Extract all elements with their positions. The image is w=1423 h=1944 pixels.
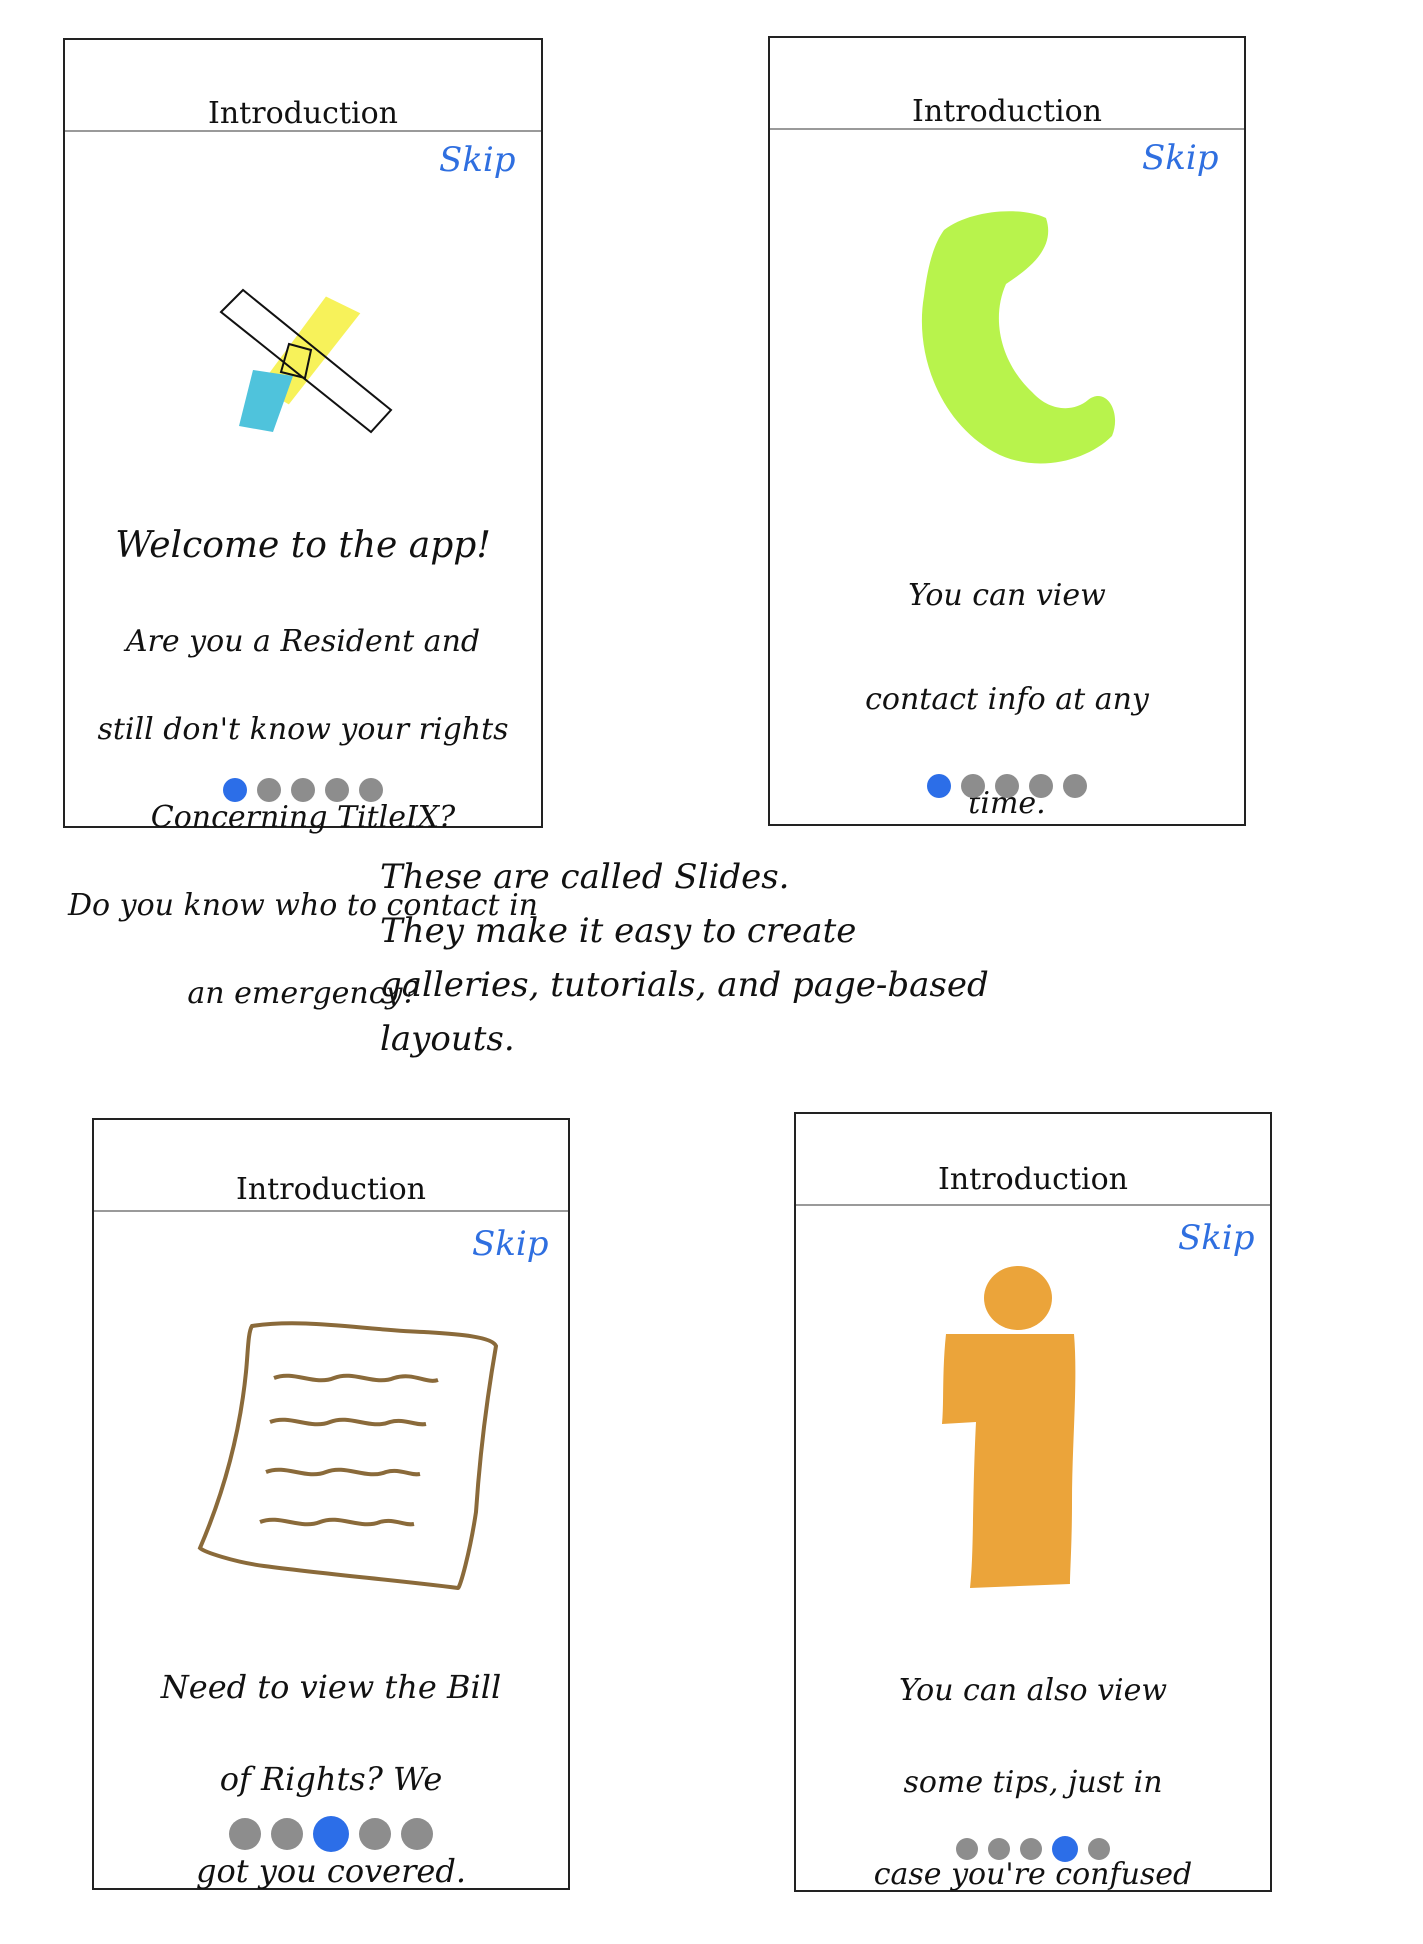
bill-of-rights-text: Need to view the Bill of Rights? We got …	[94, 1618, 568, 1940]
page-dot[interactable]	[359, 1818, 391, 1850]
slides-caption: These are called Slides. They make it ea…	[380, 857, 989, 1059]
page-dot[interactable]	[1088, 1838, 1110, 1860]
phone-icon	[910, 204, 1130, 504]
page-dot[interactable]	[401, 1818, 433, 1850]
slide-title: Introduction	[236, 1172, 426, 1207]
body-line: Are you a Resident and	[125, 624, 481, 659]
page-dot[interactable]	[1063, 774, 1087, 798]
body-line: You can view	[908, 578, 1106, 613]
header-divider	[94, 1210, 568, 1212]
document-icon	[194, 1312, 504, 1592]
slide-title: Introduction	[938, 1162, 1128, 1197]
page-dot[interactable]	[988, 1838, 1010, 1860]
page-dot[interactable]	[1029, 774, 1053, 798]
body-line: got you covered.	[196, 1852, 466, 1890]
slide-welcome: Introduction Skip Welcome to the app! Ar…	[63, 38, 543, 1011]
page-indicator	[65, 778, 541, 802]
header-divider	[796, 1204, 1270, 1206]
body-line: Concerning TitleIX?	[150, 800, 456, 835]
body-line: of Rights? We	[219, 1760, 443, 1798]
tips-text: You can also view some tips, just in cas…	[796, 1622, 1270, 1944]
page-dot[interactable]	[961, 774, 985, 798]
page-dot[interactable]	[1020, 1838, 1042, 1860]
page-indicator	[796, 1836, 1270, 1862]
page-indicator	[770, 774, 1244, 798]
page-dot[interactable]	[271, 1818, 303, 1850]
body-line: Need to view the Bill	[160, 1668, 502, 1706]
page-dot[interactable]	[229, 1818, 261, 1850]
slide-title: Introduction	[208, 96, 398, 131]
page-dot[interactable]	[313, 1816, 349, 1852]
page-dot[interactable]	[359, 778, 383, 802]
body-line: still don't know your rights	[97, 712, 509, 747]
skip-button[interactable]: Skip	[1178, 1218, 1255, 1258]
welcome-heading: Welcome to the app!	[115, 525, 491, 566]
contact-text: You can view contact info at any time.	[770, 518, 1244, 882]
title-ix-logo-icon	[215, 260, 415, 470]
page-indicator	[94, 1816, 568, 1852]
page-dot[interactable]	[995, 774, 1019, 798]
slide-bill-of-rights: Introduction Skip Need to view the Bill …	[92, 1118, 570, 1890]
page-dot[interactable]	[1052, 1836, 1078, 1862]
skip-button[interactable]: Skip	[472, 1224, 549, 1264]
skip-button[interactable]: Skip	[1142, 138, 1219, 178]
body-line: You can also view	[898, 1673, 1168, 1708]
page-dot[interactable]	[291, 778, 315, 802]
body-line: some tips, just in	[903, 1765, 1163, 1800]
page-dot[interactable]	[223, 778, 247, 802]
page-dot[interactable]	[257, 778, 281, 802]
page-dot[interactable]	[325, 778, 349, 802]
skip-button[interactable]: Skip	[439, 140, 516, 180]
info-icon	[936, 1262, 1096, 1602]
slide-tips: Introduction Skip You can also view some…	[794, 1112, 1272, 1892]
header-divider	[770, 128, 1244, 130]
page-dot[interactable]	[927, 774, 951, 798]
slide-contact: Introduction Skip You can view contact i…	[768, 36, 1246, 826]
body-line: contact info at any	[865, 682, 1149, 717]
slide-title: Introduction	[912, 94, 1102, 129]
header-divider	[65, 130, 541, 132]
page-dot[interactable]	[956, 1838, 978, 1860]
